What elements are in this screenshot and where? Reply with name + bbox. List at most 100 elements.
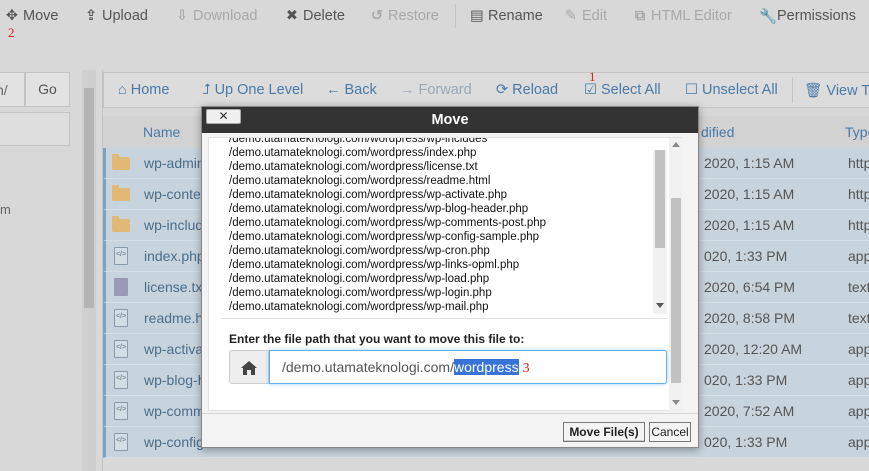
selected-file-path: /demo.utamateknologi.com/wordpress/wp-ma… <box>229 301 489 313</box>
file-date: 2020, 1:15 AM <box>704 155 795 171</box>
go-button[interactable]: Go <box>25 72 70 107</box>
path-go-input[interactable]: n/ <box>0 72 25 107</box>
type-column-header[interactable]: Type <box>845 124 869 140</box>
php-file-icon: </> <box>114 247 128 265</box>
permissions-button[interactable]: 🔧 Permissions <box>759 6 856 26</box>
move-files-button[interactable]: Move File(s) <box>563 422 645 442</box>
file-name[interactable]: wp-comments-post.php <box>144 403 204 419</box>
download-button[interactable]: ⇩ Download <box>175 6 258 26</box>
unselect-all-button[interactable]: ☐ Unselect All <box>685 82 778 98</box>
destination-input-group: /demo.utamateknologi.com/wordpress 3 <box>229 350 667 384</box>
html-editor-label: HTML Editor <box>651 8 732 24</box>
edit-label: Edit <box>582 8 607 24</box>
unselect-all-label: Unselect All <box>702 82 778 98</box>
delete-label: Delete <box>303 8 345 24</box>
file-date: 2020, 7:52 AM <box>704 403 795 419</box>
left-scrollbar-thumb[interactable] <box>84 88 94 308</box>
name-column-header[interactable]: Name <box>143 124 180 140</box>
file-name[interactable]: readme.html <box>144 310 204 326</box>
up-one-level-button[interactable]: ⮥ Up One Level <box>202 82 303 98</box>
file-name[interactable]: wp-admin <box>144 155 204 171</box>
folder-icon <box>112 154 130 170</box>
files-list-scrollbar[interactable] <box>653 150 667 314</box>
left-scrollbar[interactable] <box>82 70 96 471</box>
move-dialog-footer: Move File(s) Cancel <box>202 413 698 447</box>
reload-button[interactable]: ⟳ Reload <box>496 82 558 98</box>
upload-button[interactable]: ⇪ Upload <box>84 6 148 26</box>
move-dialog-title: Move <box>202 107 698 133</box>
back-button[interactable]: ← Back <box>326 82 377 98</box>
download-label: Download <box>193 8 258 24</box>
dialog-scrollbar[interactable] <box>669 138 683 412</box>
html-editor-button[interactable]: ⧉ HTML Editor <box>633 6 732 26</box>
selected-file-path: /demo.utamateknologi.com/wordpress/wp-lo… <box>229 273 490 285</box>
trash-icon: 🗑 <box>804 83 823 99</box>
file-name[interactable]: wp-blog-header.php <box>144 372 204 388</box>
file-name[interactable]: wp-content <box>144 186 204 202</box>
selected-file-path: /demo.utamateknologi.com/wordpress/wp-li… <box>229 259 520 271</box>
selected-file-path: /demo.utamateknologi.com/wordpress/readm… <box>229 175 491 187</box>
delete-button[interactable]: ✖ Delete <box>285 6 345 26</box>
php-file-icon: </> <box>114 340 128 358</box>
restore-button[interactable]: ↺ Restore <box>370 6 439 26</box>
folder-icon <box>112 185 130 201</box>
file-date: 2020, 12:20 AM <box>704 341 803 357</box>
text-file-icon <box>114 278 128 296</box>
forward-button[interactable]: → Forward <box>400 82 472 98</box>
annotation-number-2: 2 <box>8 25 15 40</box>
file-type: appl <box>848 372 869 388</box>
file-date: 2020, 1:15 AM <box>704 186 795 202</box>
file-name[interactable]: wp-config-sample.php <box>144 434 204 450</box>
php-file-icon: </> <box>114 371 128 389</box>
file-date: 2020, 1:15 AM <box>704 217 795 233</box>
file-name[interactable]: wp-includes <box>144 217 204 233</box>
selected-file-path: /demo.utamateknologi.com/wordpress/wp-lo… <box>229 287 492 299</box>
file-type: http <box>848 155 869 171</box>
selected-file-path: /demo.utamateknologi.com/wordpress/wp-cr… <box>229 245 490 257</box>
file-name[interactable]: index.php <box>144 248 204 264</box>
selected-file-path: /demo.utamateknologi.com/wordpress/wp-bl… <box>229 203 529 215</box>
php-file-icon: </> <box>114 433 128 451</box>
selected-files-list: /demo.utamateknologi.com/wordpress/wp-in… <box>209 138 667 314</box>
permissions-label: Permissions <box>777 8 856 24</box>
file-type: appl <box>848 341 869 357</box>
dialog-scrollbar-thumb[interactable] <box>671 198 681 383</box>
home-addon <box>229 350 269 384</box>
nav-divider <box>792 77 793 103</box>
html-file-icon: </> <box>114 309 128 327</box>
home-icon: ⌂ <box>118 82 127 98</box>
move-dialog-body: /demo.utamateknologi.com/wordpress/wp-in… <box>208 137 683 412</box>
file-name[interactable]: license.txt <box>144 279 204 295</box>
forward-label: Forward <box>418 82 472 98</box>
toolbar-divider <box>455 4 456 28</box>
php-file-icon: </> <box>114 402 128 420</box>
file-type: appl <box>848 248 869 264</box>
destination-path-input[interactable]: /demo.utamateknologi.com/wordpress 3 <box>269 350 667 384</box>
move-label: Move <box>23 8 59 24</box>
move-arrows-icon: ✥ <box>5 8 19 24</box>
close-dialog-button[interactable]: ✕ <box>206 109 241 124</box>
destination-path-selected: wordpress <box>453 359 519 375</box>
annotation-number-1: 1 <box>589 69 596 84</box>
file-type: http <box>848 217 869 233</box>
arrow-right-icon: → <box>400 82 415 98</box>
edit-button[interactable]: ✎ Edit <box>564 6 607 26</box>
selected-file-path: /demo.utamateknologi.com/wordpress/index… <box>229 147 477 159</box>
files-list-scrollbar-thumb[interactable] <box>655 150 665 248</box>
dialog-scroll-down-icon[interactable] <box>672 400 680 405</box>
file-name[interactable]: wp-activate.php <box>144 341 204 357</box>
pencil-icon: ✎ <box>564 8 578 24</box>
file-date: 020, 1:33 PM <box>704 434 788 450</box>
move-dialog: Move ✕ /demo.utamateknologi.com/wordpres… <box>201 106 699 448</box>
rename-label: Rename <box>488 8 543 24</box>
cancel-button[interactable]: Cancel <box>649 422 691 442</box>
scroll-down-arrow-icon[interactable] <box>656 303 664 308</box>
view-trash-button[interactable]: 🗑 View Tra <box>804 82 869 100</box>
dialog-scroll-up-icon[interactable] <box>672 142 680 147</box>
modified-column-header[interactable]: dified <box>701 124 734 140</box>
rename-button[interactable]: ▤ Rename <box>470 6 543 26</box>
move-button[interactable]: ✥ Move <box>5 6 59 26</box>
tree-item[interactable] <box>0 112 70 146</box>
file-type: http <box>848 186 869 202</box>
home-nav-button[interactable]: ⌂ Home <box>118 82 169 98</box>
